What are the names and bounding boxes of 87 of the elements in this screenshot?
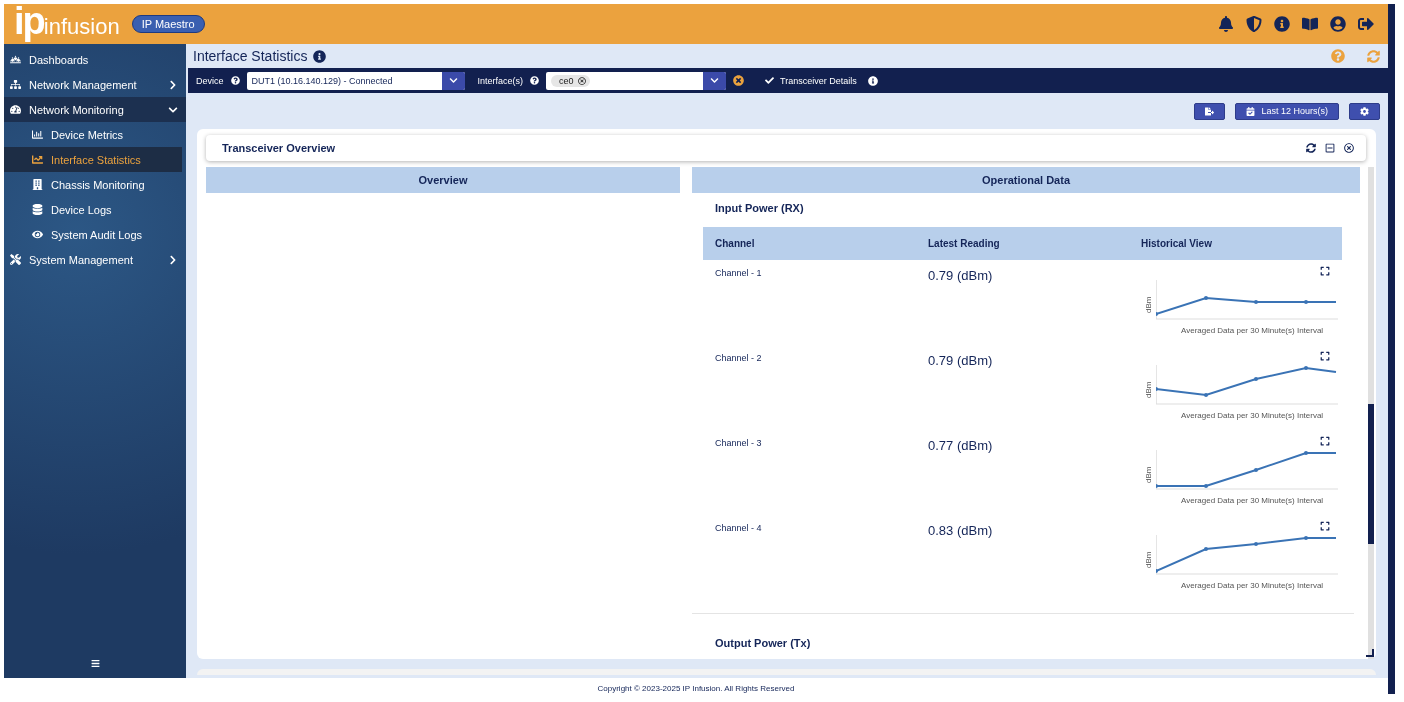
sidebar-item[interactable]: Dashboards bbox=[4, 47, 186, 72]
sidebar-item[interactable]: System Management bbox=[4, 247, 186, 272]
copyright-text: Copyright © 2023-2025 IP Infusion. All Rights Reserved bbox=[597, 683, 795, 693]
expand-icon[interactable] bbox=[1320, 436, 1330, 446]
help-icon[interactable] bbox=[530, 76, 540, 85]
table-cell-text: 0.79 (dBm) bbox=[927, 352, 994, 370]
transceiver-details-checkbox[interactable]: Transceiver Details bbox=[765, 75, 857, 86]
sidebar-item[interactable]: System Audit Logs bbox=[4, 222, 182, 247]
page-title: Interface Statistics bbox=[193, 48, 308, 64]
menu-item-icon bbox=[32, 179, 43, 190]
caret-icon bbox=[448, 76, 458, 85]
sidebar-item[interactable]: Device Metrics bbox=[4, 122, 182, 147]
bell-icon[interactable] bbox=[1218, 16, 1234, 32]
interface-select[interactable]: ce0 bbox=[546, 71, 727, 90]
axis-label: dBm bbox=[1144, 295, 1153, 316]
info-icon[interactable] bbox=[1274, 16, 1290, 32]
scrollbar[interactable] bbox=[1368, 167, 1374, 659]
column-header: Operational Data bbox=[692, 167, 1360, 193]
menu-item-icon bbox=[10, 79, 21, 90]
table-cell-text: 0.79 (dBm) bbox=[927, 267, 994, 285]
menu-item-icon bbox=[10, 254, 21, 265]
time-range-button[interactable]: Last 12 Hours(s) bbox=[1235, 102, 1339, 120]
page-scrollbar[interactable] bbox=[1388, 4, 1395, 694]
section-title: Output Power (Tx) bbox=[714, 636, 812, 651]
info-icon[interactable] bbox=[313, 49, 327, 63]
chart-caption: Averaged Data per 30 Minute(s) Interval bbox=[1180, 411, 1325, 420]
info-icon[interactable] bbox=[867, 75, 878, 86]
table-cell-text: Channel - 3 bbox=[714, 437, 763, 450]
axis-label: dBm bbox=[1144, 550, 1153, 571]
interface-label: Interface(s) bbox=[477, 75, 524, 86]
clear-icon[interactable] bbox=[733, 75, 745, 86]
company-logo: ipinfusion bbox=[14, 3, 120, 44]
menu-icon[interactable] bbox=[90, 659, 100, 668]
interface-chip[interactable]: ce0 bbox=[551, 74, 590, 87]
device-select[interactable]: DUT1 (10.16.140.129) - Connected bbox=[246, 71, 465, 90]
axis-label: dBm bbox=[1144, 465, 1153, 486]
axis-label: dBm bbox=[1144, 380, 1153, 401]
remove-icon[interactable] bbox=[577, 76, 586, 85]
table-cell-text: 0.83 (dBm) bbox=[927, 522, 994, 540]
menu-item-icon bbox=[32, 204, 43, 215]
chart-caption: Averaged Data per 30 Minute(s) Interval bbox=[1180, 581, 1325, 590]
product-badge: IP Maestro bbox=[131, 15, 205, 33]
sidebar-item[interactable]: Network Management bbox=[4, 72, 186, 97]
check-icon bbox=[765, 76, 775, 85]
menu-item-icon bbox=[32, 154, 43, 165]
book-icon[interactable] bbox=[1302, 16, 1318, 32]
logout-icon[interactable] bbox=[1358, 16, 1374, 32]
menu-item-icon bbox=[32, 229, 43, 240]
sidebar-item[interactable]: Network Monitoring bbox=[4, 97, 186, 122]
table-cell-text: Channel - 1 bbox=[714, 267, 763, 280]
menu-item-icon bbox=[32, 129, 43, 140]
table-header: Historical View bbox=[1140, 237, 1213, 251]
chart-caption: Averaged Data per 30 Minute(s) Interval bbox=[1180, 326, 1325, 335]
menu-item-icon bbox=[10, 104, 21, 115]
calendar-icon bbox=[1246, 106, 1256, 116]
sidebar-item[interactable]: Device Logs bbox=[4, 197, 182, 222]
settings-button[interactable] bbox=[1349, 102, 1380, 120]
menu-item-icon bbox=[10, 54, 21, 65]
export-icon bbox=[1205, 106, 1215, 116]
device-label: Device bbox=[196, 75, 224, 86]
table-cell-text: 0.77 (dBm) bbox=[927, 437, 994, 455]
chevron-down-icon bbox=[168, 104, 178, 115]
expand-icon[interactable] bbox=[1320, 266, 1330, 276]
refresh-icon[interactable] bbox=[1306, 143, 1316, 153]
chart-caption: Averaged Data per 30 Minute(s) Interval bbox=[1180, 496, 1325, 505]
close-icon[interactable] bbox=[1344, 143, 1354, 153]
resize-handle-icon[interactable] bbox=[1366, 649, 1374, 657]
expand-icon[interactable] bbox=[1320, 521, 1330, 531]
shield-icon[interactable] bbox=[1246, 16, 1262, 32]
caret-icon bbox=[710, 76, 720, 85]
chevron-right-icon bbox=[168, 79, 178, 90]
table-header: Latest Reading bbox=[927, 237, 1001, 251]
section-title: Input Power (RX) bbox=[714, 201, 805, 216]
export-button[interactable] bbox=[1194, 102, 1226, 120]
expand-icon[interactable] bbox=[1320, 351, 1330, 361]
table-cell-text: Channel - 4 bbox=[714, 522, 763, 535]
user-icon[interactable] bbox=[1330, 16, 1346, 32]
chevron-right-icon bbox=[168, 254, 178, 265]
settings-icon bbox=[1360, 106, 1369, 116]
help-icon[interactable] bbox=[230, 76, 240, 85]
card-title: Transceiver Overview bbox=[222, 142, 337, 154]
column-header: Overview bbox=[206, 167, 680, 193]
minimize-icon[interactable] bbox=[1325, 143, 1335, 153]
table-header: Channel bbox=[714, 237, 756, 251]
sidebar-item[interactable]: Interface Statistics bbox=[4, 147, 182, 172]
sidebar-item[interactable]: Chassis Monitoring bbox=[4, 172, 182, 197]
table-cell-text: Channel - 2 bbox=[714, 352, 763, 365]
